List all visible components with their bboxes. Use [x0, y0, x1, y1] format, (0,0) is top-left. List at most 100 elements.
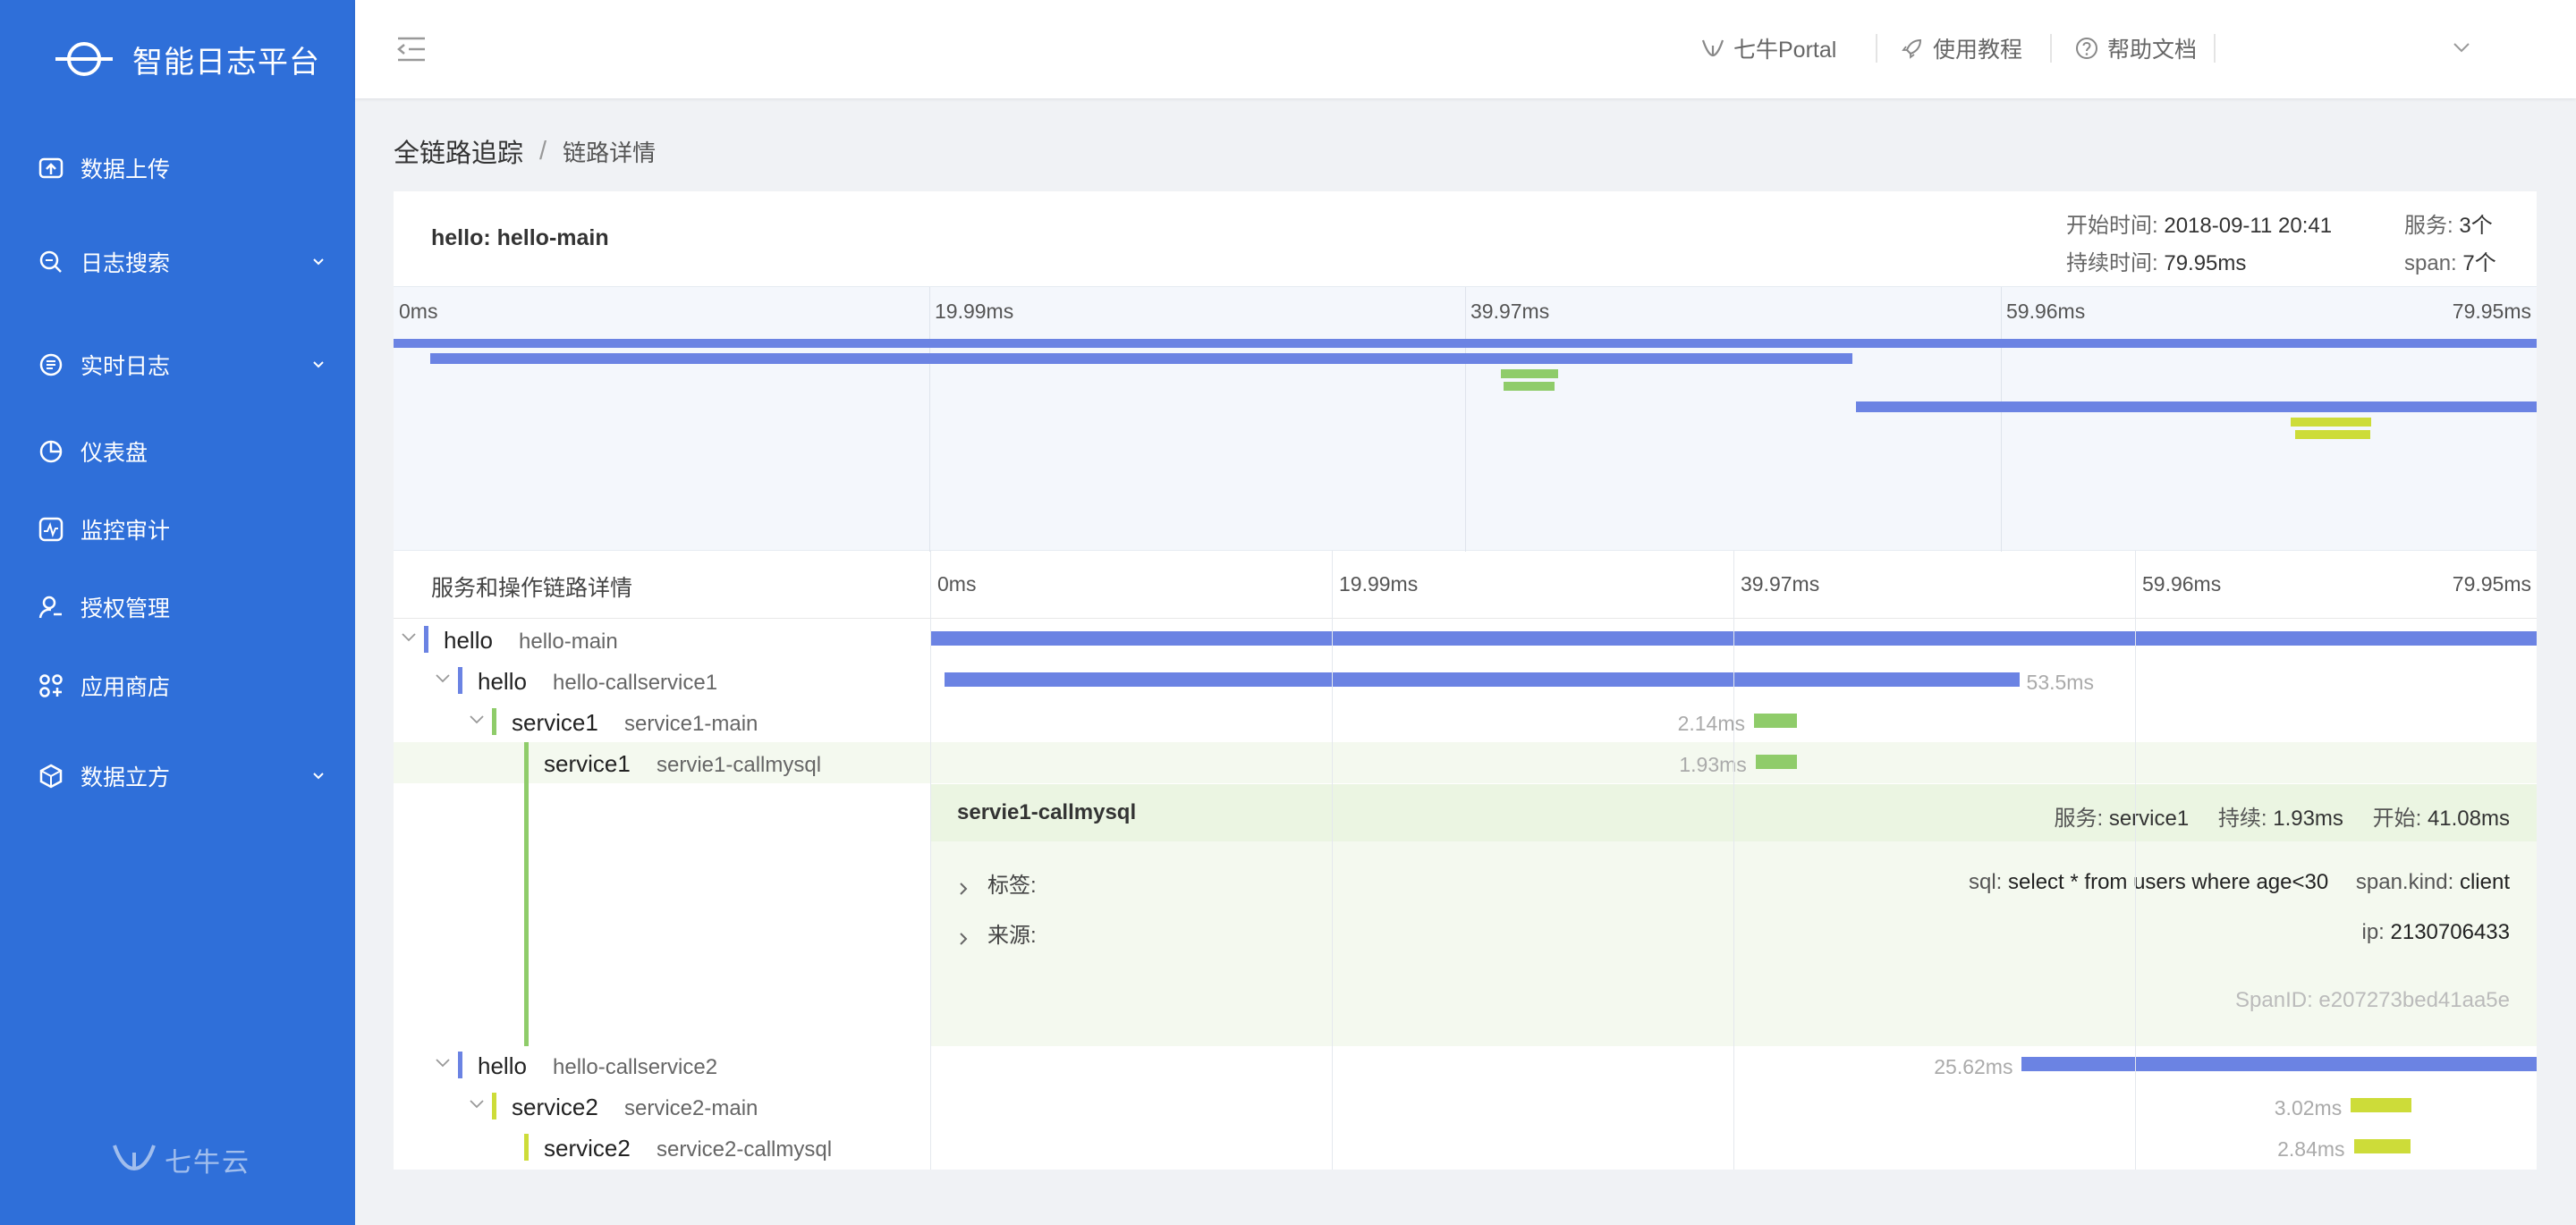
span-service-name: hello	[478, 1052, 527, 1079]
span-row[interactable]: service2 service2-callmysql 2.84ms	[394, 1127, 2537, 1168]
minimap-span-bar	[2294, 430, 2370, 439]
upload-icon	[38, 155, 64, 182]
span-operation-name: hello-callservice1	[553, 671, 718, 695]
minimap-span-bar	[1855, 401, 2537, 412]
service-color-marker	[492, 708, 496, 735]
dashboard-icon	[38, 438, 64, 465]
span-operation-name: hello-main	[519, 629, 618, 654]
meta-value: 79.95ms	[2164, 251, 2247, 275]
process-toggle[interactable]: 来源:	[957, 917, 1037, 949]
user-menu-chevron-down-icon[interactable]	[2453, 41, 2470, 54]
span-row[interactable]: service1 servie1-callmysql 1.93ms	[394, 742, 2537, 1046]
collapse-chevron-icon[interactable]	[435, 671, 451, 687]
expanded-service: 服务: service1	[2054, 807, 2189, 831]
expanded-start: 开始: 41.08ms	[2373, 807, 2510, 831]
app-store-icon	[38, 672, 64, 699]
span-duration-bar[interactable]	[2021, 1057, 2537, 1071]
sidebar-item-app-store[interactable]: 应用商店	[0, 659, 355, 713]
process-label: 来源:	[987, 923, 1037, 948]
span-duration-bar[interactable]	[2353, 1139, 2411, 1153]
span-duration-bar[interactable]	[944, 672, 2020, 687]
brand[interactable]: 智能日志平台	[52, 32, 320, 86]
span-row[interactable]: service1 service1-main 2.14ms	[394, 701, 2537, 742]
meta-label: 服务:	[2054, 807, 2104, 831]
span-row[interactable]: hello hello-callservice1 53.5ms	[394, 660, 2537, 701]
minimap-tick-label: 39.97ms	[1470, 300, 1550, 323]
span-duration-label: 25.62ms	[1934, 1055, 2013, 1078]
service-color-marker	[524, 742, 529, 1046]
sidebar-item-dashboard[interactable]: 仪表盘	[0, 425, 355, 478]
sidebar-item-label: 授权管理	[80, 596, 171, 621]
tag-value: select * from users where age<30	[2008, 870, 2329, 894]
span-row[interactable]: service2 service2-main 3.02ms	[394, 1086, 2537, 1127]
search-log-icon	[38, 249, 64, 275]
breadcrumb-parent[interactable]: 全链路追踪	[394, 132, 523, 170]
span-row[interactable]: hello hello-main	[394, 619, 2537, 660]
expanded-duration: 持续: 1.93ms	[2218, 807, 2343, 831]
collapse-chevron-icon[interactable]	[469, 1096, 485, 1112]
span-duration-bar[interactable]	[1754, 714, 1798, 728]
detail-tick-label: 59.96ms	[2142, 572, 2222, 596]
qiniu-logo-icon	[111, 1142, 157, 1179]
minimap-tick-label: 79.95ms	[2452, 300, 2531, 323]
span-operation-name: service1-main	[624, 712, 758, 736]
meta-label: 开始:	[2372, 807, 2422, 831]
trace-span-count: span: 7个	[2404, 245, 2496, 276]
meta-label: 服务:	[2404, 214, 2453, 238]
collapse-chevron-icon[interactable]	[401, 629, 417, 646]
detail-gridline	[1332, 551, 1333, 1170]
trace-minimap[interactable]: 0ms 19.99ms 39.97ms 59.96ms 79.95ms	[394, 286, 2537, 552]
header-link-label: 七牛Portal	[1733, 38, 1837, 63]
span-service-name: service1	[544, 750, 631, 777]
sidebar-item-monitor[interactable]: 监控审计	[0, 503, 355, 556]
span-duration-bar[interactable]	[2351, 1098, 2412, 1112]
service-color-marker	[524, 1134, 529, 1161]
meta-value: 41.08ms	[2427, 807, 2510, 831]
header-link-portal[interactable]: 七牛Portal	[1701, 32, 1836, 64]
span-service-name: service1	[512, 709, 598, 736]
span-service-name: hello	[478, 668, 527, 695]
sidebar-item-log-search[interactable]: 日志搜索	[0, 235, 355, 289]
header-link-help[interactable]: 帮助文档	[2075, 32, 2197, 64]
sidebar-item-label: 数据上传	[80, 157, 171, 182]
detail-gridline	[1733, 551, 1734, 1170]
span-duration-label: 2.14ms	[1677, 712, 1746, 735]
meta-label: 持续时间:	[2066, 251, 2158, 275]
tags-values: sql: select * from users where age<30 sp…	[1969, 870, 2510, 895]
header-divider	[1876, 34, 1877, 63]
minimap-span-bar	[394, 339, 2537, 348]
service-color-marker	[424, 626, 428, 653]
sidebar-item-label: 实时日志	[80, 354, 171, 379]
header-divider	[2214, 34, 2216, 63]
span-service-name: hello	[444, 627, 493, 654]
tag-key: sql:	[1969, 870, 2003, 894]
sidebar-item-data-upload[interactable]: 数据上传	[0, 141, 355, 195]
detail-gridline	[930, 551, 931, 1170]
sidebar-item-realtime-log[interactable]: 实时日志	[0, 338, 355, 392]
menu-toggle-icon[interactable]	[396, 36, 427, 63]
span-service-name: service2	[512, 1094, 598, 1120]
header-link-label: 使用教程	[1933, 38, 2023, 63]
meta-label: 持续:	[2217, 807, 2267, 831]
service-color-marker	[458, 1052, 462, 1078]
span-duration-label: 3.02ms	[2274, 1096, 2343, 1119]
minimap-span-bar	[2291, 418, 2371, 427]
collapse-chevron-icon[interactable]	[435, 1055, 451, 1071]
sidebar-item-data-cube[interactable]: 数据立方	[0, 749, 355, 803]
sidebar-item-auth[interactable]: 授权管理	[0, 580, 355, 634]
monitor-icon	[38, 516, 64, 543]
span-operation-name: service2-callmysql	[657, 1137, 833, 1162]
span-duration-bar[interactable]	[1755, 755, 1797, 769]
span-row[interactable]: hello hello-callservice2 25.62ms	[394, 1044, 2537, 1086]
trace-start-time: 开始时间: 2018-09-11 20:41	[2066, 207, 2332, 239]
qiniu-icon	[1701, 37, 1724, 60]
header-link-tutorial[interactable]: 使用教程	[1901, 32, 2022, 64]
collapse-chevron-icon[interactable]	[469, 712, 485, 728]
span-operation-name: hello-callservice2	[553, 1055, 718, 1079]
trace-detail-panel: hello: hello-main 开始时间: 2018-09-11 20:41…	[394, 191, 2537, 1170]
sidebar-item-label: 日志搜索	[80, 251, 171, 276]
meta-value: 7个	[2462, 251, 2496, 275]
span-duration-label: 53.5ms	[2026, 671, 2094, 694]
tags-toggle[interactable]: 标签:	[957, 866, 1037, 899]
span-operation-name: servie1-callmysql	[657, 753, 822, 777]
